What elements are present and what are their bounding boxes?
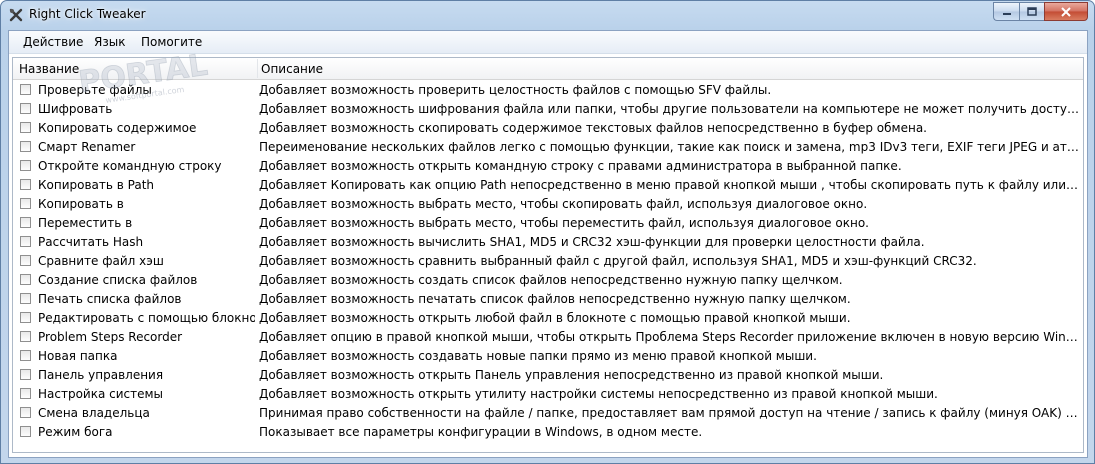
row-checkbox[interactable] [20,179,31,190]
list-row[interactable]: Копировать содержимое Добавляет возможнос… [13,119,1083,138]
row-description: Добавляет возможность шифрования файла и… [259,102,1081,116]
row-name: Рассчитать Hash [38,235,144,249]
row-description: Добавляет возможность открыть Панель упр… [259,368,884,382]
row-description: Показывает все параметры конфигурации в … [259,425,703,439]
window-title: Right Click Tweaker [29,7,146,21]
row-name: Переместить в [38,216,133,230]
row-description: Добавляет возможность скопировать содерж… [259,121,927,135]
row-checkbox[interactable] [20,122,31,133]
column-header-name[interactable]: Название [19,62,79,76]
row-checkbox[interactable] [20,388,31,399]
row-description: Добавляет возможность выбрать место, что… [259,197,868,211]
row-name: Копировать содержимое [38,121,197,135]
row-description: Добавляет Копировать как опцию Path непо… [259,178,1081,192]
column-divider[interactable] [257,59,258,78]
row-checkbox[interactable] [20,84,31,95]
tools-icon [9,8,23,22]
list-row[interactable]: Откройте командную строку Добавляет возмо… [13,157,1083,176]
row-name: Панель управления [38,368,164,382]
row-checkbox[interactable] [20,141,31,152]
menu-help[interactable]: Помогите [141,35,202,49]
row-checkbox[interactable] [20,198,31,209]
list-row[interactable]: Problem Steps Recorder Добавляет опцию в … [13,328,1083,347]
row-description: Добавляет возможность сравнить выбранный… [259,254,977,268]
row-name: Откройте командную строку [38,159,222,173]
list-row[interactable]: Режим бога Показывает все параметры конфи… [13,423,1083,442]
list-row[interactable]: Редактировать с помощью блокнота Добавляе… [13,309,1083,328]
row-name: Смарт Renamer [38,140,136,154]
row-name: Режим бога [38,425,113,439]
row-description: Добавляет возможность открыть утилиту на… [259,387,938,401]
row-description: Добавляет опцию в правой кнопкой мыши, ч… [259,330,1081,344]
list-row[interactable]: Смарт Renamer Переименование нескольких ф… [13,138,1083,157]
list-row[interactable]: Копировать в Добавляет возможность выбрат… [13,195,1083,214]
menu-action[interactable]: Действие [23,35,83,49]
list-row[interactable]: Рассчитать Hash Добавляет возможность выч… [13,233,1083,252]
row-name: Настройка системы [38,387,164,401]
list-row[interactable]: Настройка системы Добавляет возможность о… [13,385,1083,404]
row-name: Новая папка [38,349,118,363]
list-row[interactable]: Проверьте файлы Добавляет возможность про… [13,81,1083,100]
list-row[interactable]: Переместить в Добавляет возможность выбра… [13,214,1083,233]
list-header: Название Описание [13,58,1083,80]
minimize-button[interactable] [993,2,1019,21]
list-row[interactable]: Сравните файл хэш Добавляет возможность с… [13,252,1083,271]
list-row[interactable]: Создание списка файлов Добавляет возможно… [13,271,1083,290]
row-name: Редактировать с помощью блокнота [38,311,255,325]
menu-language[interactable]: Язык [94,35,125,49]
row-name: Смена владельца [38,406,150,420]
tweaks-list[interactable]: Название Описание Проверьте файлы Добавля… [12,57,1084,453]
row-name: Проверьте файлы [38,83,152,97]
row-name: Создание списка файлов [38,273,198,287]
row-description: Принимая право собственности на файле / … [259,406,1081,420]
row-description: Добавляет возможность создавать новые па… [259,349,817,363]
row-name: Печать списка файлов [38,292,182,306]
client-area: Действие Язык Помогите Название Описание… [8,30,1088,458]
title-bar[interactable]: Right Click Tweaker [1,1,1094,29]
list-row[interactable]: Новая папка Добавляет возможность создава… [13,347,1083,366]
row-name: Problem Steps Recorder [38,330,183,344]
list-row[interactable]: Смена владельца Принимая право собственно… [13,404,1083,423]
row-checkbox[interactable] [20,350,31,361]
row-name: Копировать в Path [38,178,155,192]
row-checkbox[interactable] [20,426,31,437]
close-icon [1061,6,1071,17]
minimize-icon [1002,12,1011,15]
row-checkbox[interactable] [20,103,31,114]
row-checkbox[interactable] [20,331,31,342]
list-row[interactable]: Печать списка файлов Добавляет возможност… [13,290,1083,309]
row-name: Сравните файл хэш [38,254,164,268]
row-checkbox[interactable] [20,160,31,171]
row-checkbox[interactable] [20,255,31,266]
row-checkbox[interactable] [20,217,31,228]
row-name: Шифровать [38,102,113,116]
row-checkbox[interactable] [20,312,31,323]
row-description: Добавляет возможность выбрать место, что… [259,216,869,230]
row-description: Добавляет возможность печатать список фа… [259,292,851,306]
list-row[interactable]: Шифровать Добавляет возможность шифровани… [13,100,1083,119]
row-checkbox[interactable] [20,369,31,380]
row-description: Добавляет возможность создать список фай… [259,273,843,287]
menu-bar: Действие Язык Помогите [9,31,1087,54]
app-window: Right Click Tweaker Действие Язык Помоги… [0,0,1095,464]
list-row[interactable]: Копировать в Path Добавляет Копировать ка… [13,176,1083,195]
row-name: Копировать в [38,197,124,211]
row-description: Добавляет возможность проверить целостно… [259,83,772,97]
row-checkbox[interactable] [20,236,31,247]
list-row[interactable]: Панель управления Добавляет возможность о… [13,366,1083,385]
row-description: Добавляет возможность вычислить SHA1, MD… [259,235,925,249]
row-checkbox[interactable] [20,293,31,304]
caption-buttons [993,2,1088,21]
row-description: Добавляет возможность открыть командную … [259,159,902,173]
row-checkbox[interactable] [20,274,31,285]
maximize-button[interactable] [1019,2,1044,21]
row-description: Добавляет возможность открыть любой файл… [259,311,851,325]
column-header-description[interactable]: Описание [261,62,323,76]
row-description: Переименование нескольких файлов легко с… [259,140,1081,154]
maximize-icon [1027,7,1037,16]
close-button[interactable] [1044,2,1088,21]
row-checkbox[interactable] [20,407,31,418]
